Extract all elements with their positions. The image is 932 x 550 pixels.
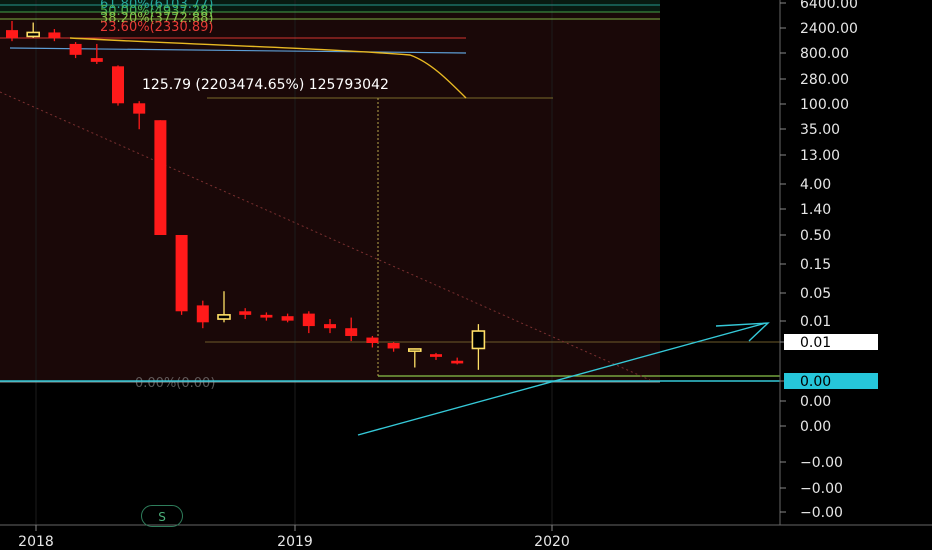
candle-body-down[interactable] xyxy=(6,30,18,38)
candle-body-down[interactable] xyxy=(324,324,336,329)
y-tick-label: 4.00 xyxy=(800,177,831,193)
candle-body-down[interactable] xyxy=(239,311,252,315)
candle-body-down[interactable] xyxy=(69,43,82,55)
y-tick-label: 800.00 xyxy=(800,46,849,62)
candle-body-down[interactable] xyxy=(154,120,167,235)
y-tick-label: 2400.00 xyxy=(800,21,858,37)
x-tick-label: 2018 xyxy=(18,534,54,550)
y-tick-label: 0.00 xyxy=(800,419,831,435)
fib-level-label: 0.00%(0.00) xyxy=(135,376,215,391)
candle-body-down[interactable] xyxy=(302,313,315,327)
candlestick-chart[interactable]: 61.80%(6103.77) 50.00%(4937.28) 38.20%(377… xyxy=(0,0,932,550)
measure-label: 125.79 (2203474.65%) 125793042 xyxy=(142,77,389,93)
y-tick-label: 35.00 xyxy=(800,122,840,138)
candle-body-up[interactable] xyxy=(407,348,422,352)
candle-body-down[interactable] xyxy=(451,360,464,364)
symbol-badge[interactable]: S xyxy=(141,505,183,527)
candle-body-down[interactable] xyxy=(260,314,273,318)
candle-body-down[interactable] xyxy=(196,305,209,323)
candle-body-down[interactable] xyxy=(387,343,400,349)
price-tag-label: 0.00 xyxy=(800,374,831,390)
candle-body-down[interactable] xyxy=(366,337,379,344)
y-tick-label: −0.00 xyxy=(800,455,843,471)
y-tick-label: 6400.00 xyxy=(800,0,858,12)
y-tick-label: 0.05 xyxy=(800,286,831,302)
fib-level-label: 23.60%(2330.89) xyxy=(100,20,213,35)
y-tick-label: 1.40 xyxy=(800,202,831,218)
x-tick-label: 2019 xyxy=(277,534,313,550)
y-tick-label: −0.00 xyxy=(800,505,843,521)
candle-body-down[interactable] xyxy=(175,235,188,312)
y-tick-label: 13.00 xyxy=(800,148,840,164)
y-tick-label: −0.00 xyxy=(800,481,843,497)
fib-band-top xyxy=(0,0,660,12)
candle-body-up[interactable] xyxy=(26,31,41,38)
y-tick-label: 280.00 xyxy=(800,72,849,88)
y-tick-label: 0.00 xyxy=(800,394,831,410)
candle-body-up[interactable] xyxy=(471,330,486,350)
y-tick-label: 0.01 xyxy=(800,314,831,330)
candle-body-down[interactable] xyxy=(112,66,124,104)
price-tag-label: 0.01 xyxy=(800,335,831,351)
candle-body-down[interactable] xyxy=(345,328,358,336)
candle-body-down[interactable] xyxy=(281,316,294,321)
candle-body-down[interactable] xyxy=(430,354,442,357)
y-tick-label: 0.15 xyxy=(800,257,831,273)
candle-body-down[interactable] xyxy=(48,32,61,38)
chart-canvas[interactable]: 61.80%(6103.77)50.00%(4937.28)38.20%(377… xyxy=(0,0,932,550)
y-tick-label: 0.50 xyxy=(800,228,831,244)
candle-body-down[interactable] xyxy=(133,103,146,114)
candle-body-up[interactable] xyxy=(217,314,231,320)
x-tick-label: 2020 xyxy=(534,534,570,550)
y-tick-label: 100.00 xyxy=(800,97,849,113)
candle-body-down[interactable] xyxy=(90,58,103,62)
